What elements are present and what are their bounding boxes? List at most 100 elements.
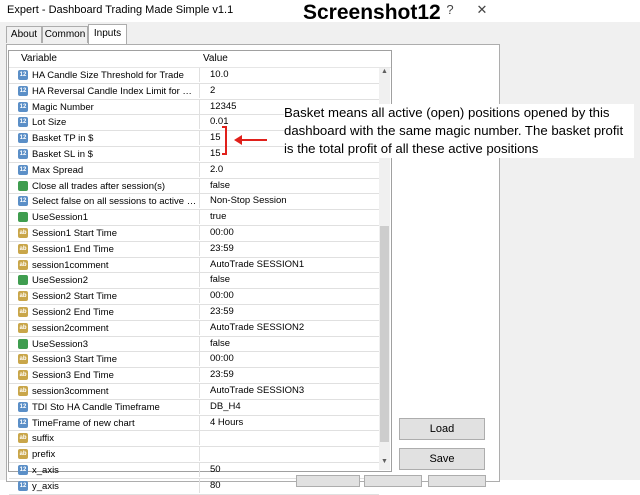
close-button[interactable]: ✕ (472, 2, 492, 20)
tab-common[interactable]: Common (42, 26, 88, 43)
variable-value[interactable]: true (199, 210, 377, 225)
scroll-up-icon[interactable]: ▲ (379, 68, 390, 80)
variable-name: Session1 Start Time (32, 227, 118, 239)
variable-name: TDI Sto HA Candle Timeframe (32, 401, 160, 413)
table-row[interactable]: 12 TimeFrame of new chart 4 Hours (9, 415, 379, 432)
variable-name: HA Reversal Candle Index Limit for Tr... (32, 85, 197, 97)
variable-name: x_axis (32, 464, 59, 476)
number-type-icon: 12 (18, 148, 28, 159)
table-row[interactable]: 12 HA Reversal Candle Index Limit for Tr.… (9, 83, 379, 100)
variable-value[interactable]: DB_H4 (199, 399, 377, 414)
string-type-icon: ab (18, 449, 28, 460)
variable-name: Magic Number (32, 101, 94, 113)
variable-value[interactable]: AutoTrade SESSION3 (199, 383, 377, 398)
number-type-icon: 12 (18, 417, 28, 428)
variable-name: suffix (32, 433, 55, 445)
string-type-icon: ab (18, 322, 28, 333)
number-type-icon: 12 (18, 117, 28, 128)
variable-name: Basket SL in $ (32, 148, 93, 160)
string-type-icon: ab (18, 259, 28, 270)
variable-name: y_axis (32, 480, 59, 492)
table-row[interactable]: ab suffix (9, 431, 379, 448)
table-row[interactable]: ab Session3 Start Time 00:00 (9, 352, 379, 369)
variable-value[interactable]: AutoTrade SESSION1 (199, 257, 377, 272)
variable-value[interactable]: 10.0 (199, 68, 377, 82)
annotation-note: Basket means all active (open) positions… (284, 104, 634, 158)
number-type-icon: 12 (18, 164, 28, 175)
number-type-icon: 12 (18, 101, 28, 112)
number-type-icon: 12 (18, 196, 28, 207)
variable-value[interactable] (199, 431, 377, 446)
table-row[interactable]: ab Session1 End Time 23:59 (9, 241, 379, 258)
scroll-thumb[interactable] (380, 226, 389, 442)
table-row[interactable]: ab Session1 Start Time 00:00 (9, 225, 379, 242)
reset-button[interactable] (428, 475, 486, 487)
help-button[interactable]: ? (440, 2, 460, 20)
table-row[interactable]: Close all trades after session(s) false (9, 178, 379, 195)
number-type-icon: 12 (18, 70, 28, 80)
tab-about[interactable]: About (6, 26, 42, 43)
variable-name: session1comment (32, 259, 109, 271)
table-row[interactable]: ab prefix (9, 447, 379, 463)
string-type-icon: ab (18, 243, 28, 254)
column-header-value[interactable]: Value (203, 51, 228, 67)
table-row[interactable]: 12 Max Spread 2.0 (9, 162, 379, 179)
table-row[interactable]: UseSession2 false (9, 273, 379, 290)
table-row[interactable]: ab Session2 Start Time 00:00 (9, 289, 379, 305)
table-row[interactable]: ab Session2 End Time 23:59 (9, 304, 379, 321)
number-type-icon: 12 (18, 85, 28, 96)
variable-value[interactable]: 00:00 (199, 352, 377, 367)
variable-value[interactable]: 23:59 (199, 241, 377, 256)
table-row[interactable]: ab session3comment AutoTrade SESSION3 (9, 383, 379, 400)
variable-value[interactable] (199, 447, 377, 462)
variable-value[interactable]: 2 (199, 83, 377, 98)
string-type-icon: ab (18, 306, 28, 317)
variable-value[interactable]: 23:59 (199, 368, 377, 383)
table-row[interactable]: UseSession1 true (9, 210, 379, 226)
expert-properties-window: Expert - Dashboard Trading Made Simple v… (0, 0, 640, 495)
table-row[interactable]: ab session1comment AutoTrade SESSION1 (9, 257, 379, 274)
variable-value[interactable]: false (199, 336, 377, 351)
string-type-icon: ab (18, 433, 28, 444)
column-header-variable[interactable]: Variable (21, 51, 57, 67)
variable-value[interactable]: 23:59 (199, 304, 377, 319)
table-row[interactable]: 12 Select false on all sessions to active… (9, 194, 379, 211)
grid-header: Variable Value (9, 51, 391, 68)
variable-name: Close all trades after session(s) (32, 180, 166, 192)
number-type-icon: 12 (18, 133, 28, 144)
string-type-icon: ab (18, 354, 28, 365)
variable-value[interactable]: 00:00 (199, 225, 377, 240)
variable-value[interactable]: 00:00 (199, 289, 377, 304)
table-row[interactable]: 12 HA Candle Size Threshold for Trade 10.0 (9, 68, 379, 84)
variable-value[interactable]: false (199, 178, 377, 193)
variable-value[interactable]: 2.0 (199, 162, 377, 177)
variable-name: Basket TP in $ (32, 133, 94, 145)
string-type-icon: ab (18, 291, 28, 302)
variable-name: Session2 Start Time (32, 291, 118, 303)
string-type-icon: ab (18, 385, 28, 396)
scroll-down-icon[interactable]: ▼ (379, 458, 390, 470)
variable-value[interactable]: false (199, 273, 377, 288)
table-row[interactable]: 12 TDI Sto HA Candle Timeframe DB_H4 (9, 399, 379, 416)
variable-name: session3comment (32, 385, 109, 397)
save-button[interactable]: Save (399, 448, 485, 470)
tab-inputs[interactable]: Inputs (88, 24, 127, 44)
variable-name: UseSession2 (32, 275, 88, 287)
load-button[interactable]: Load (399, 418, 485, 440)
ok-button[interactable] (296, 475, 360, 487)
table-row[interactable]: ab session2comment AutoTrade SESSION2 (9, 320, 379, 337)
variable-value[interactable]: AutoTrade SESSION2 (199, 320, 377, 335)
variable-name: Session2 End Time (32, 306, 114, 318)
variable-name: TimeFrame of new chart (32, 417, 135, 429)
table-row[interactable]: UseSession3 false (9, 336, 379, 353)
boolean-type-icon (18, 212, 28, 223)
number-type-icon: 12 (18, 480, 28, 491)
screenshot-label: Screenshot12 (303, 1, 441, 24)
variable-value[interactable]: Non-Stop Session (199, 194, 377, 209)
variable-name: Max Spread (32, 164, 84, 176)
boolean-type-icon (18, 180, 28, 191)
variable-value[interactable]: 4 Hours (199, 415, 377, 430)
table-row[interactable]: ab Session3 End Time 23:59 (9, 368, 379, 384)
boolean-type-icon (18, 275, 28, 286)
cancel-button[interactable] (364, 475, 422, 487)
